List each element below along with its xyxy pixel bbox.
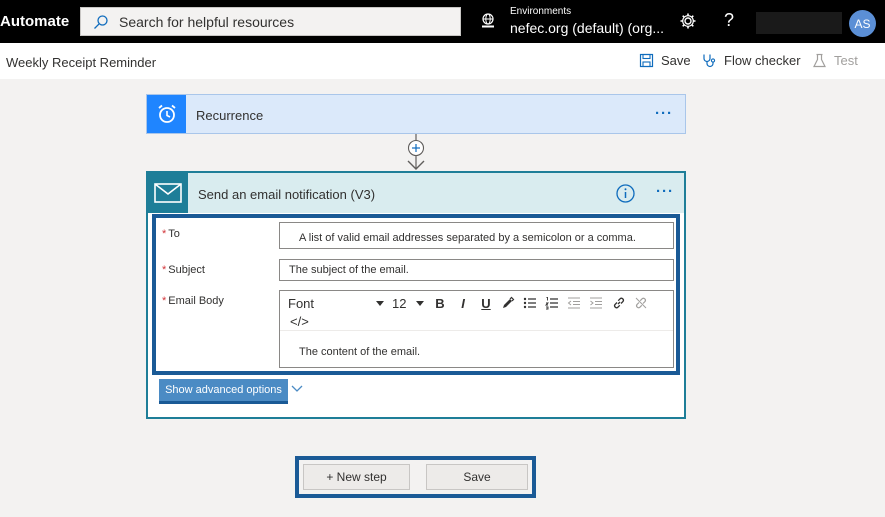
top-bar: Automate Environments nefec.org (default… [0, 0, 885, 43]
recurrence-title: Recurrence [196, 108, 264, 123]
email-card-title: Send an email notification (V3) [198, 187, 376, 202]
chevron-down-icon [416, 300, 424, 306]
test-command[interactable]: Test [812, 53, 858, 68]
help-icon[interactable]: ? [724, 10, 734, 31]
chevron-down-icon [376, 300, 384, 306]
subject-placeholder: The subject of the email. [289, 264, 409, 276]
flow-checker-label: Flow checker [724, 53, 801, 68]
font-value: Font [288, 295, 315, 311]
pen-icon [503, 296, 515, 308]
underline-button[interactable]: U [477, 294, 495, 312]
flow-header: Weekly Receipt Reminder Save Flow checke… [0, 43, 885, 79]
search-box[interactable] [80, 7, 461, 36]
unlink-icon [635, 297, 647, 309]
to-field[interactable]: A list of valid email addresses separate… [279, 222, 674, 249]
email-parameters: * To A list of valid email addresses sepa… [152, 214, 680, 375]
to-label-text: To [168, 228, 180, 240]
remove-link-button[interactable] [632, 294, 650, 312]
avatar[interactable]: AS [849, 10, 876, 37]
email-icon-box [148, 173, 188, 213]
search-icon [94, 14, 108, 29]
rich-text-toolbar: Font 12 B I U </> [280, 291, 673, 331]
recurrence-icon-box [147, 95, 186, 133]
save-command[interactable]: Save [639, 53, 691, 68]
link-icon [613, 297, 625, 309]
subject-label-text: Subject [168, 264, 205, 276]
email-card-header[interactable]: Send an email notification (V3) ··· [148, 173, 684, 213]
decrease-indent-button[interactable] [565, 294, 583, 312]
italic-button[interactable]: I [454, 294, 472, 312]
subject-field[interactable]: The subject of the email. [279, 259, 674, 281]
email-body-label-text: Email Body [168, 295, 224, 307]
flow-title: Weekly Receipt Reminder [6, 55, 157, 70]
chevron-down-icon[interactable] [291, 384, 303, 394]
new-step-button[interactable]: + New step [303, 464, 410, 490]
required-marker: * [162, 295, 167, 307]
indent-icon [590, 297, 602, 309]
info-icon[interactable] [616, 184, 635, 203]
insert-step-connector[interactable] [404, 134, 428, 172]
bullet-list-button[interactable] [521, 294, 539, 312]
app-name[interactable]: Automate [0, 13, 69, 30]
to-placeholder: A list of valid email addresses separate… [299, 231, 636, 244]
recurrence-more-options[interactable]: ··· [655, 105, 673, 122]
email-body-editor[interactable]: Font 12 B I U </> The content of the ema… [279, 290, 674, 368]
increase-indent-button[interactable] [587, 294, 605, 312]
bold-button[interactable]: B [431, 294, 449, 312]
user-name-redacted [756, 12, 842, 34]
font-size-dropdown[interactable]: 12 [392, 295, 424, 311]
bullet-list-icon [523, 297, 536, 309]
test-command-label: Test [834, 53, 858, 68]
required-marker: * [162, 228, 167, 240]
email-body-placeholder: The content of the email. [299, 346, 421, 358]
save-flow-button[interactable]: Save [426, 464, 528, 490]
font-size-value: 12 [392, 295, 407, 311]
gear-icon[interactable] [679, 12, 697, 30]
font-dropdown[interactable]: Font [288, 295, 384, 311]
envelope-icon [154, 183, 182, 203]
subject-label: * Subject [162, 264, 205, 276]
numbered-list-button[interactable] [543, 294, 561, 312]
flow-actions-bar: + New step Save [295, 456, 536, 498]
flask-icon [813, 53, 826, 68]
environment-value[interactable]: nefec.org (default) (org... [510, 20, 664, 36]
environment-label: Environments [510, 6, 572, 17]
insert-link-button[interactable] [610, 294, 628, 312]
recurrence-trigger-card[interactable]: Recurrence ··· [146, 94, 686, 134]
email-more-options[interactable]: ··· [656, 183, 674, 200]
font-color-button[interactable] [499, 294, 517, 312]
show-advanced-options-button[interactable]: Show advanced options [159, 379, 288, 404]
email-body-label: * Email Body [162, 295, 224, 307]
save-icon [639, 53, 654, 68]
outdent-icon [567, 297, 580, 309]
required-marker: * [162, 264, 167, 276]
flow-checker-command[interactable]: Flow checker [702, 53, 801, 68]
environment-icon[interactable] [480, 13, 496, 29]
code-view-button[interactable]: </> [290, 314, 309, 329]
search-input[interactable] [119, 13, 439, 30]
email-action-card: Send an email notification (V3) ··· * To … [146, 171, 686, 419]
alarm-clock-icon [157, 104, 176, 123]
save-command-label: Save [661, 53, 691, 68]
stethoscope-icon [703, 54, 716, 68]
numbered-list-icon [545, 297, 558, 310]
to-label: * To [162, 228, 180, 240]
